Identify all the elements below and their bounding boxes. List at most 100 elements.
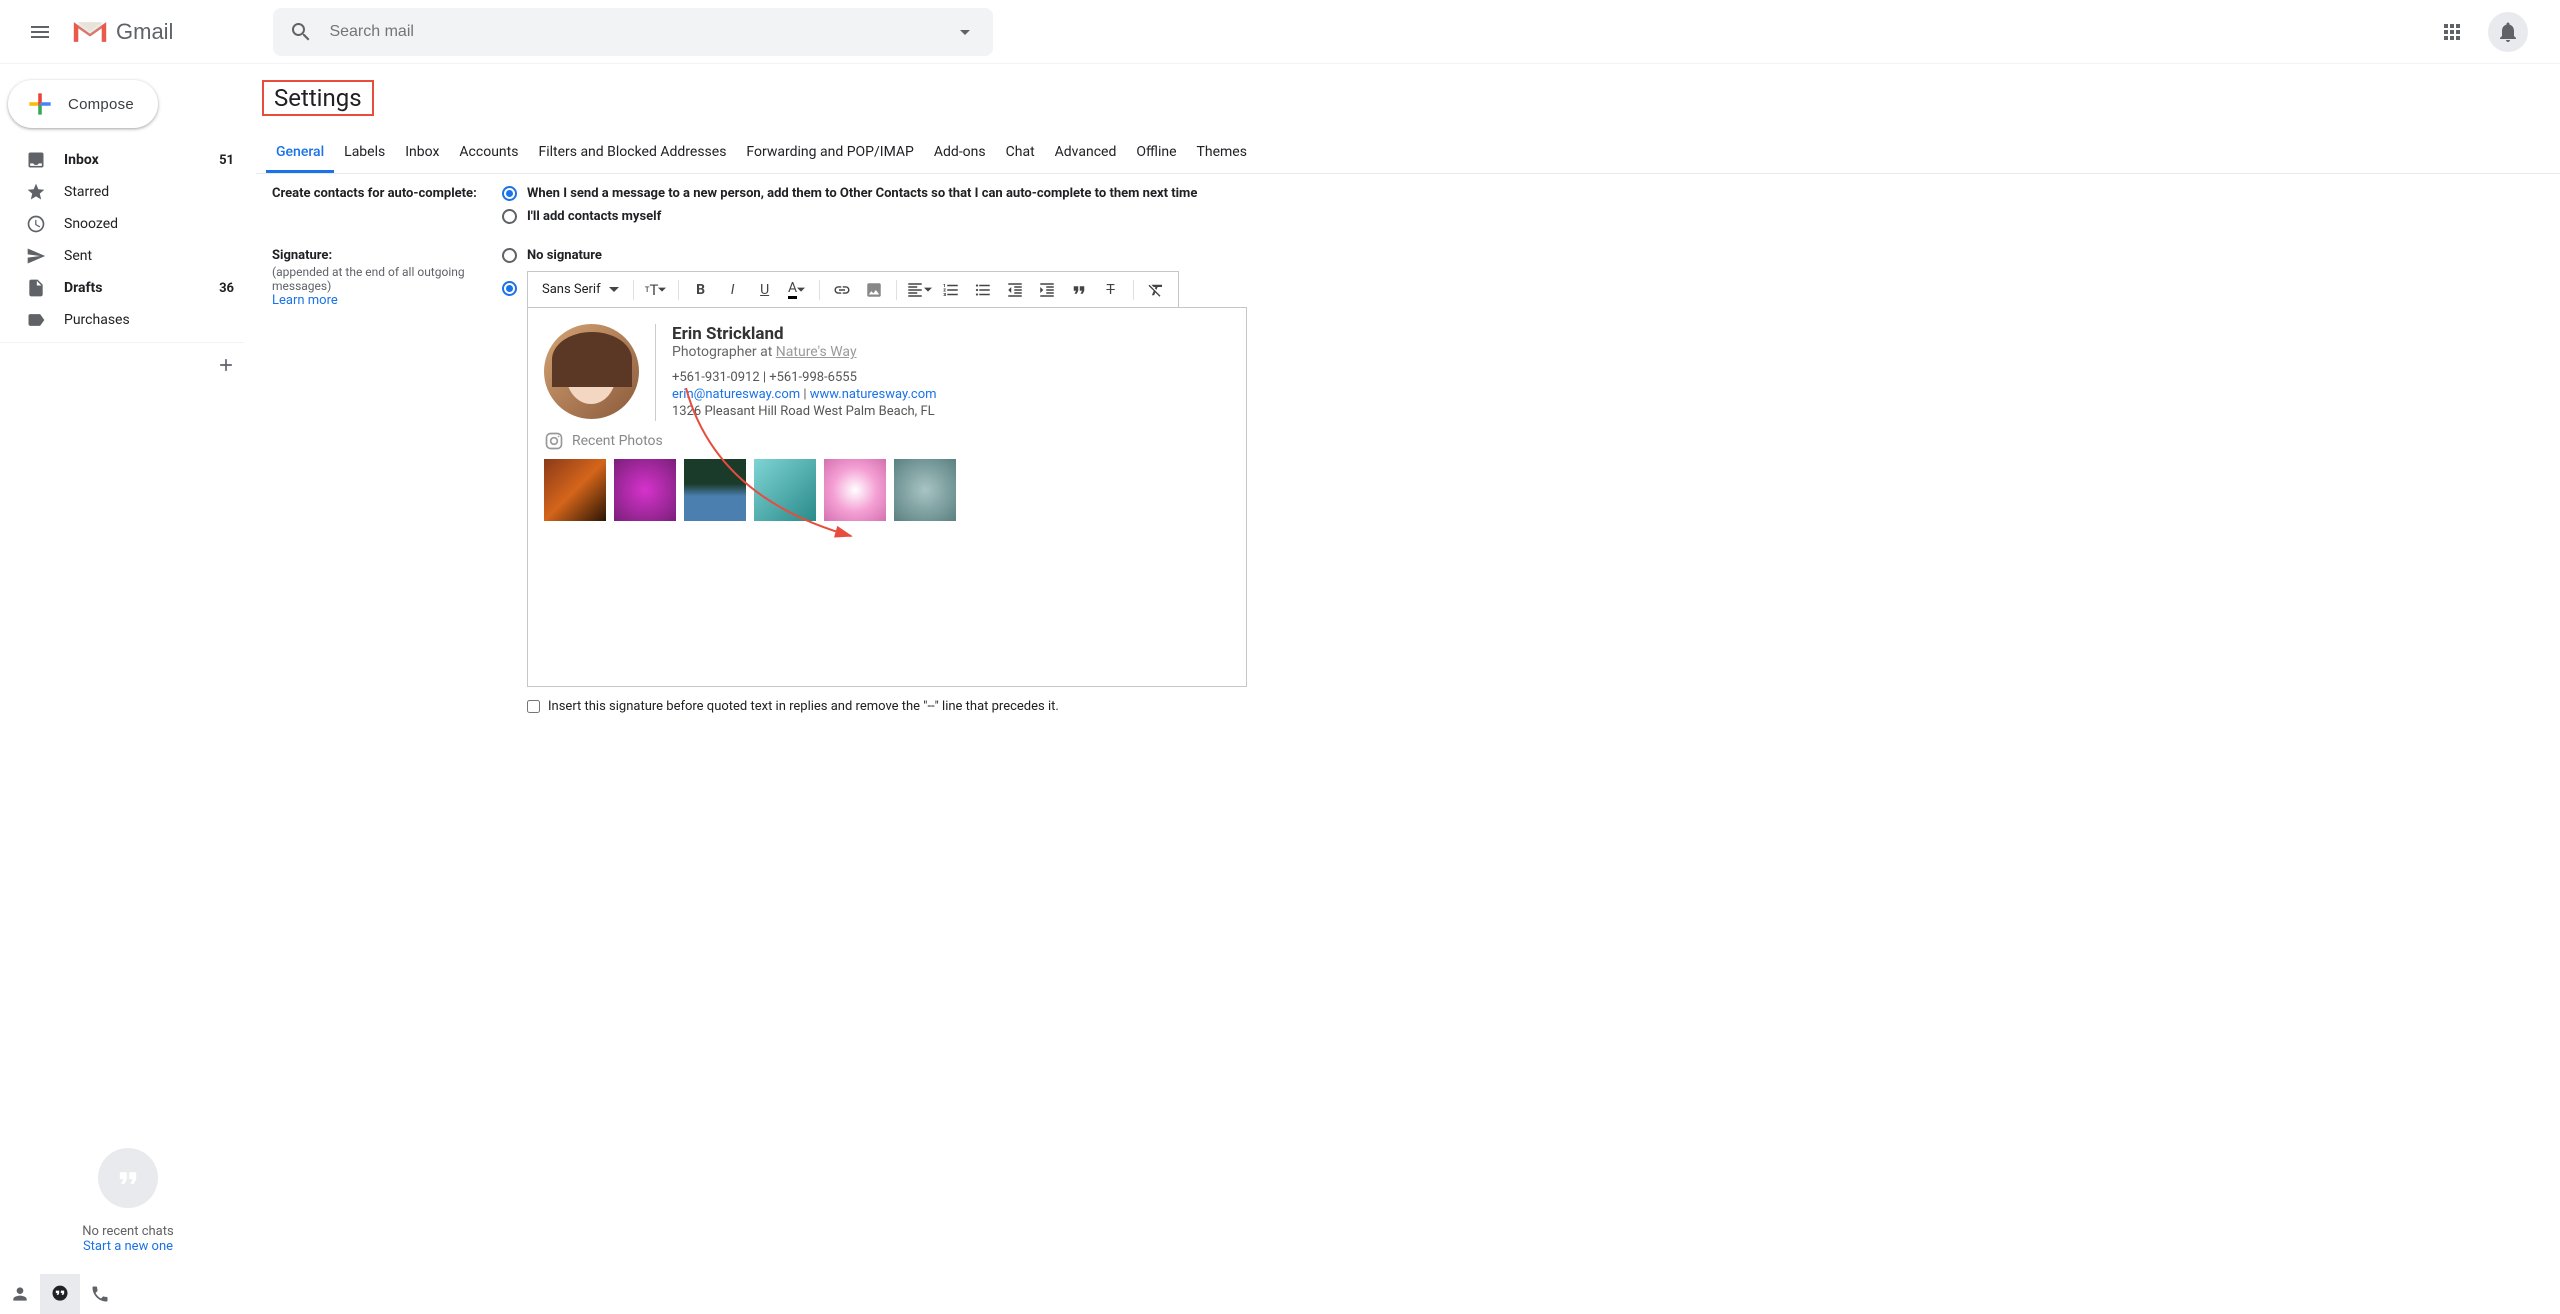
- sidebar-item-inbox[interactable]: Inbox 51: [0, 144, 256, 176]
- search-icon: [289, 20, 313, 44]
- bold-button[interactable]: B: [687, 276, 715, 304]
- nav-count: 51: [219, 153, 234, 168]
- nav-label: Inbox: [64, 152, 99, 168]
- signature-label: Signature:: [272, 248, 332, 263]
- contacts-tab[interactable]: [0, 1274, 40, 1314]
- align-button[interactable]: [905, 276, 933, 304]
- hangouts-bubble-icon: [98, 1148, 158, 1208]
- link-icon: [833, 281, 851, 299]
- radio-unchecked[interactable]: [502, 209, 517, 224]
- signature-editor[interactable]: Erin Strickland Photographer at Nature's…: [527, 307, 1247, 687]
- indent-more-button[interactable]: [1033, 276, 1061, 304]
- search-bar[interactable]: [273, 8, 993, 56]
- signature-contact: erin@naturesway.com | www.naturesway.com: [672, 387, 937, 402]
- settings-body: Create contacts for auto-complete: When …: [256, 174, 2560, 750]
- inbox-icon: [26, 150, 46, 170]
- sidebar-item-snoozed[interactable]: Snoozed: [0, 208, 256, 240]
- bell-icon: [2496, 20, 2520, 44]
- main-area: Compose Inbox 51 Starred Snoozed SentDrafts3…: [0, 64, 2560, 1314]
- indent-less-button[interactable]: [1001, 276, 1029, 304]
- sidebar-item-sent[interactable]: Sent: [0, 240, 256, 272]
- signature-label-block: Signature: (appended at the end of all o…: [272, 248, 502, 308]
- hangouts-start-new[interactable]: Start a new one: [0, 1239, 256, 1254]
- insert-before-option[interactable]: Insert this signature before quoted text…: [527, 699, 1247, 714]
- no-signature-option[interactable]: No signature: [502, 248, 2544, 263]
- tab-offline[interactable]: Offline: [1126, 134, 1186, 173]
- tab-accounts[interactable]: Accounts: [449, 134, 528, 173]
- gmail-logo-text: Gmail: [116, 19, 173, 45]
- tab-chat[interactable]: Chat: [996, 134, 1045, 173]
- gmail-icon: [72, 18, 108, 46]
- nav-label: Drafts: [64, 280, 102, 296]
- sidebar-item-starred[interactable]: Starred: [0, 176, 256, 208]
- image-button[interactable]: [860, 276, 888, 304]
- insert-before-checkbox[interactable]: [527, 700, 540, 713]
- dropdown-icon: [924, 286, 932, 294]
- sidebar-item-purchases[interactable]: Purchases: [0, 304, 256, 336]
- apps-icon: [2440, 20, 2464, 44]
- numbered-list-button[interactable]: [937, 276, 965, 304]
- link-button[interactable]: [828, 276, 856, 304]
- photo-thumbnail: [894, 459, 956, 521]
- hangouts-panel: No recent chats Start a new one: [0, 1148, 256, 1254]
- tab-themes[interactable]: Themes: [1187, 134, 1257, 173]
- main-menu-button[interactable]: [16, 8, 64, 56]
- strikethrough-button[interactable]: T: [1097, 276, 1125, 304]
- text-color-button[interactable]: A: [783, 276, 811, 304]
- autocomplete-option-1[interactable]: When I send a message to a new person, a…: [502, 186, 2544, 201]
- font-size-button[interactable]: тT: [642, 276, 670, 304]
- signature-address: 1326 Pleasant Hill Road West Palm Beach,…: [672, 404, 937, 419]
- sidebar-item-drafts[interactable]: Drafts36: [0, 272, 256, 304]
- phone-tab[interactable]: [80, 1274, 120, 1314]
- apps-button[interactable]: [2432, 12, 2472, 52]
- tab-filters-and-blocked-addresses[interactable]: Filters and Blocked Addresses: [528, 134, 736, 173]
- font-family-select[interactable]: Sans Serif: [536, 280, 625, 299]
- dropdown-icon: [609, 285, 619, 295]
- tab-advanced[interactable]: Advanced: [1045, 134, 1127, 173]
- person-icon: [10, 1284, 30, 1304]
- instagram-icon: [544, 431, 564, 451]
- custom-signature-option[interactable]: Sans Serif тT B I U A: [502, 271, 2544, 714]
- dropdown-icon: [658, 286, 666, 294]
- tab-forwarding-and-pop-imap[interactable]: Forwarding and POP/IMAP: [736, 134, 923, 173]
- notifications-button[interactable]: [2488, 12, 2528, 52]
- signature-avatar: [544, 324, 639, 419]
- tab-general[interactable]: General: [266, 134, 334, 173]
- underline-button[interactable]: U: [751, 276, 779, 304]
- remove-format-button[interactable]: [1142, 276, 1170, 304]
- search-input[interactable]: [329, 23, 953, 41]
- star-icon: [26, 182, 46, 202]
- photo-thumbnail: [614, 459, 676, 521]
- autocomplete-option-2[interactable]: I'll add contacts myself: [502, 209, 2544, 224]
- list-ul-icon: [974, 281, 992, 299]
- italic-button[interactable]: I: [719, 276, 747, 304]
- tab-add-ons[interactable]: Add-ons: [924, 134, 996, 173]
- hangouts-tab[interactable]: [40, 1274, 80, 1314]
- tab-inbox[interactable]: Inbox: [395, 134, 449, 173]
- radio-checked[interactable]: [502, 186, 517, 201]
- radio-checked[interactable]: [502, 281, 517, 296]
- radio-unchecked[interactable]: [502, 248, 517, 263]
- signature-phone: +561-931-0912 | +561-998-6555: [672, 370, 937, 385]
- plus-small-icon: [216, 355, 236, 375]
- align-icon: [906, 281, 924, 299]
- bullet-list-button[interactable]: [969, 276, 997, 304]
- dropdown-icon: [797, 286, 805, 294]
- hamburger-icon: [28, 20, 52, 44]
- signature-title: Photographer at Nature's Way: [672, 344, 937, 360]
- clear-format-icon: [1147, 281, 1165, 299]
- signature-name: Erin Strickland: [672, 324, 937, 344]
- learn-more-link[interactable]: Learn more: [272, 293, 338, 308]
- gmail-logo[interactable]: Gmail: [72, 18, 173, 46]
- search-options-icon[interactable]: [953, 20, 977, 44]
- add-label-button[interactable]: [0, 343, 256, 387]
- compose-button[interactable]: Compose: [8, 80, 158, 128]
- tab-labels[interactable]: Labels: [334, 134, 395, 173]
- nav-label: Snoozed: [64, 216, 118, 232]
- quote-button[interactable]: [1065, 276, 1093, 304]
- plus-icon: [24, 88, 56, 120]
- photo-thumbnail: [824, 459, 886, 521]
- image-icon: [865, 281, 883, 299]
- page-title: Settings: [262, 80, 374, 116]
- autocomplete-setting: Create contacts for auto-complete: When …: [272, 186, 2544, 232]
